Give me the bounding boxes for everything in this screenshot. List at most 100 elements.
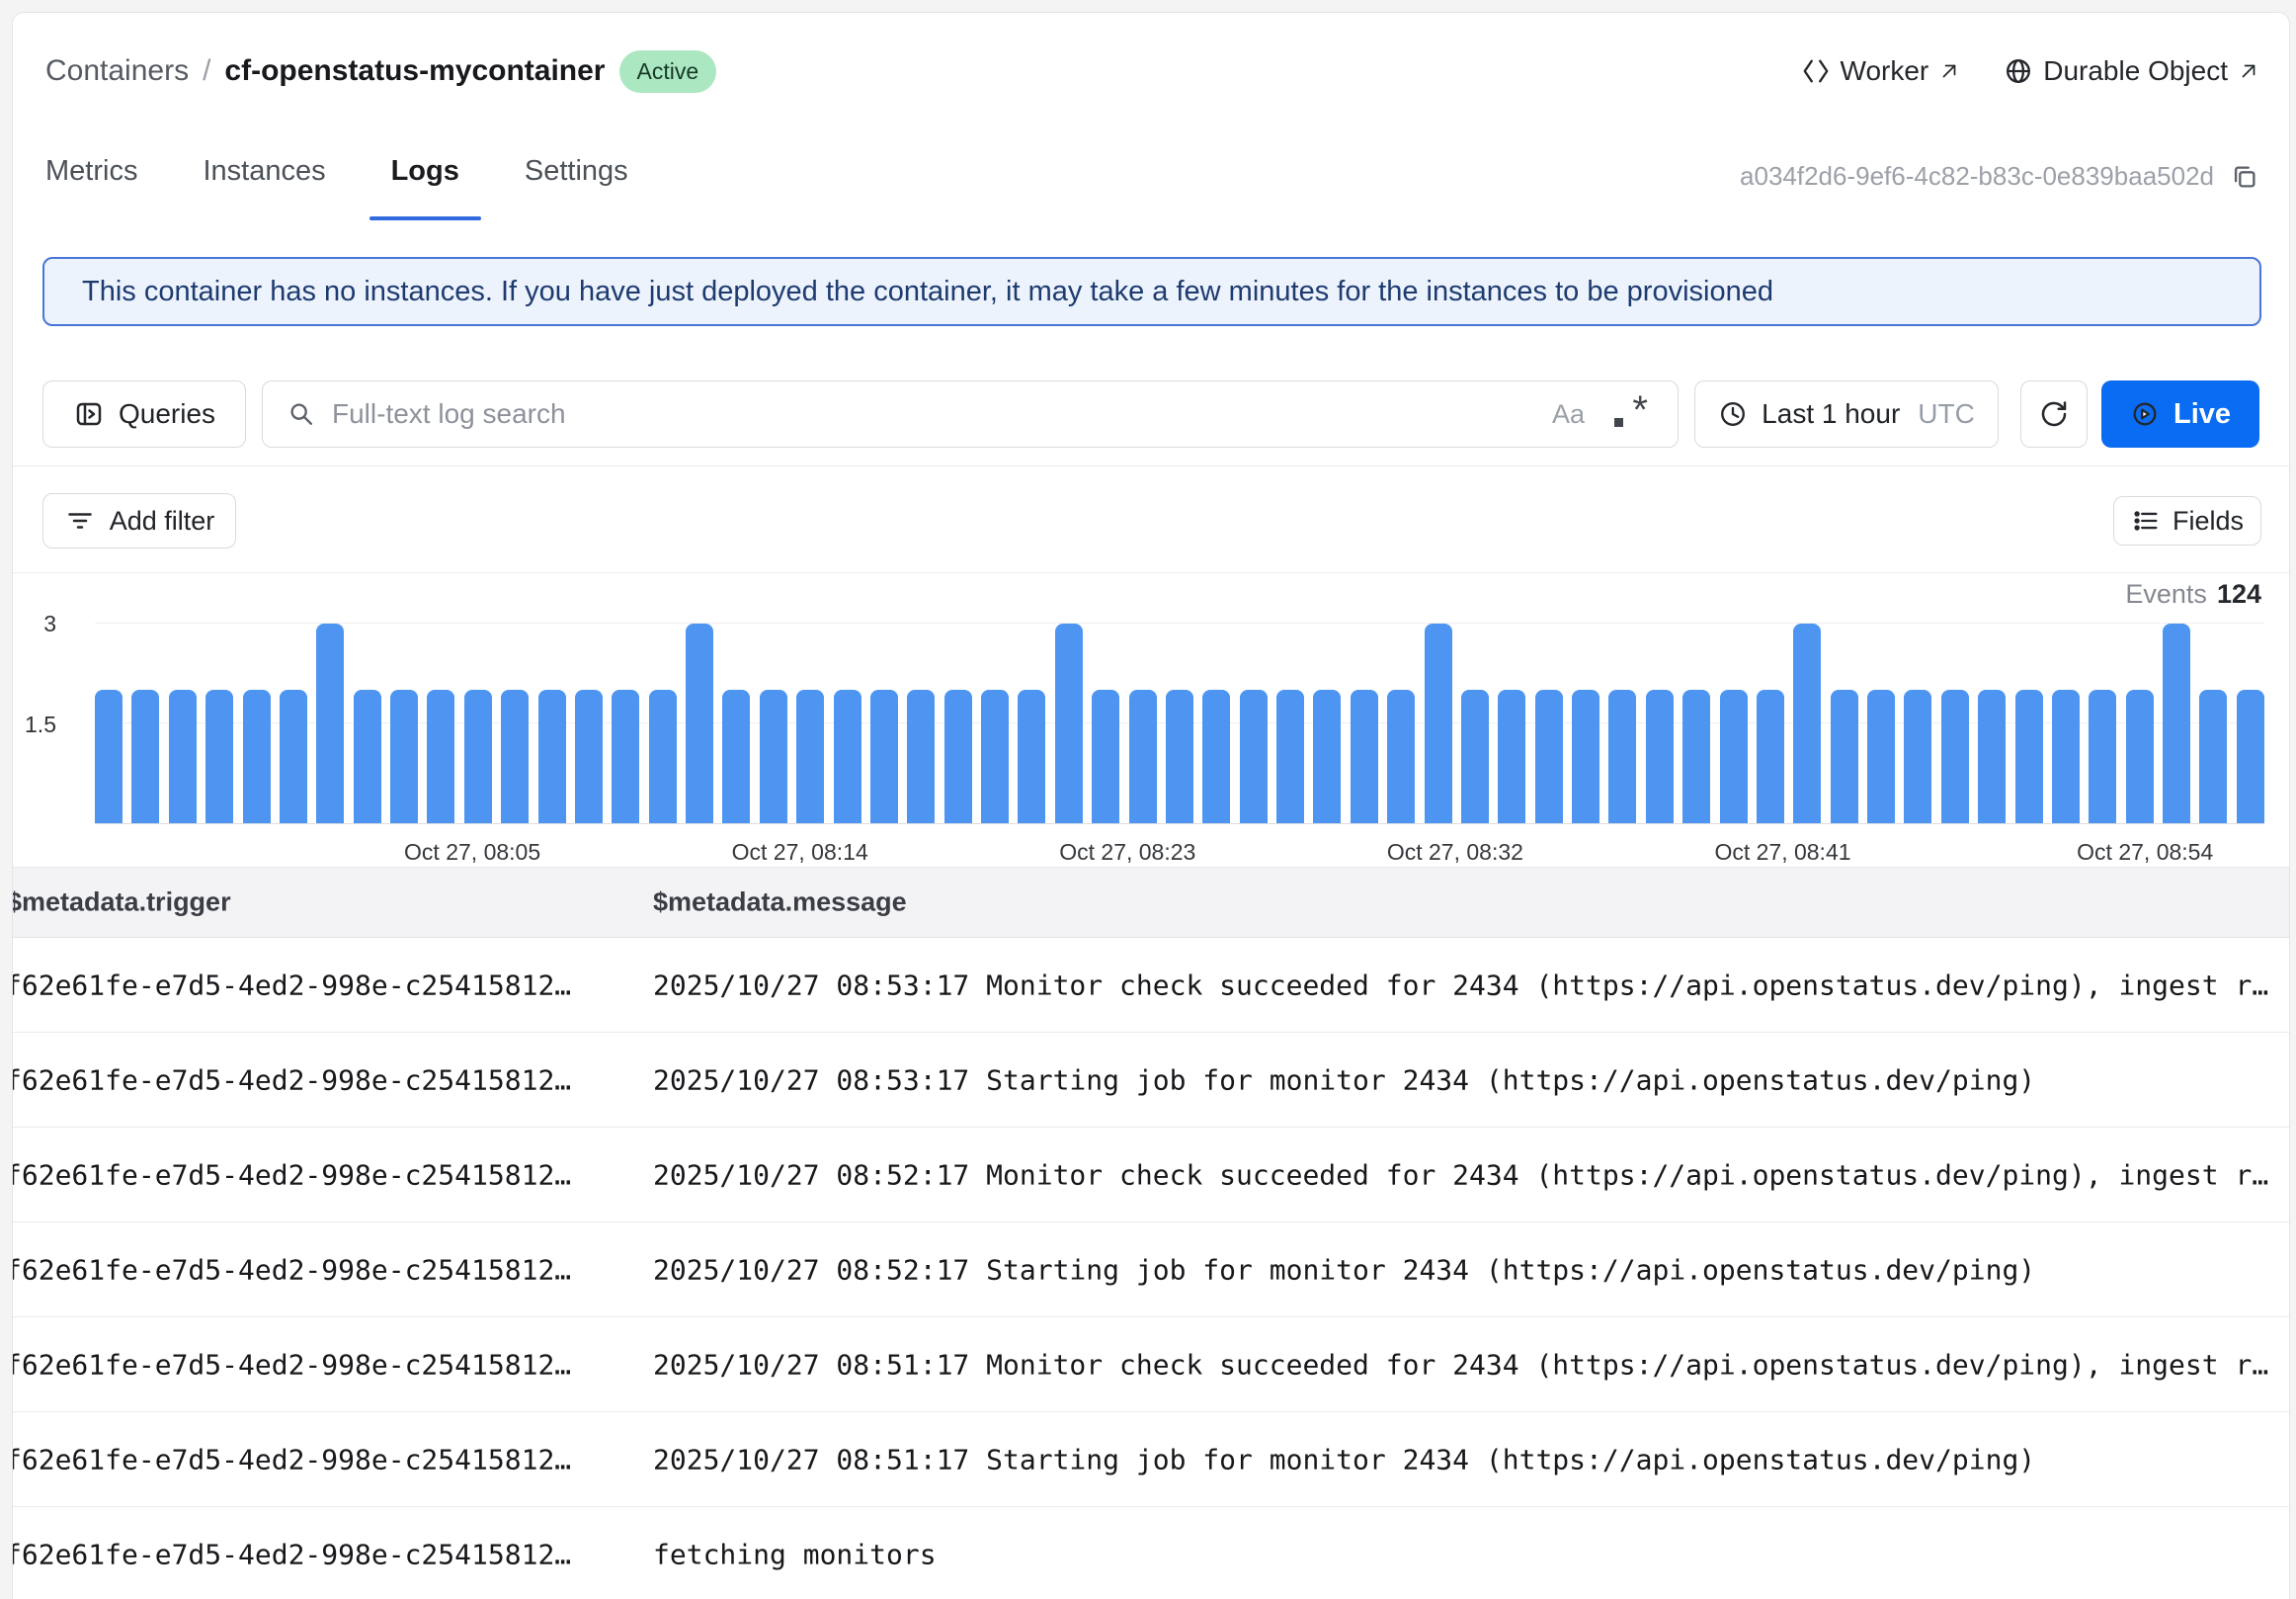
fields-button[interactable]: Fields — [2113, 496, 2261, 546]
histogram-bar[interactable] — [390, 690, 418, 823]
histogram-bar[interactable] — [354, 690, 381, 823]
histogram-bar[interactable] — [722, 690, 750, 823]
histogram-bar[interactable] — [1055, 624, 1083, 823]
tab-metrics[interactable]: Metrics — [24, 151, 159, 191]
case-sensitivity-toggle[interactable]: Aa — [1552, 399, 1585, 430]
histogram-bar[interactable] — [1461, 690, 1489, 823]
histogram-bar[interactable] — [280, 690, 307, 823]
toolbar-divider — [13, 465, 2289, 466]
column-header-trigger[interactable]: $metadata.trigger — [12, 887, 231, 918]
log-row[interactable]: f62e61fe-e7d5-4ed2-998e-c25415812…2025/1… — [13, 1222, 2289, 1317]
histogram-bar[interactable] — [1720, 690, 1748, 823]
column-header-message[interactable]: $metadata.message — [653, 887, 907, 918]
histogram-bar[interactable] — [2089, 690, 2116, 823]
log-message-cell: fetching monitors — [653, 1538, 937, 1570]
log-trigger-cell: f62e61fe-e7d5-4ed2-998e-c25415812… — [12, 1158, 571, 1191]
chart-y-axis: 1.53 — [13, 614, 68, 824]
histogram-bar[interactable] — [907, 690, 935, 823]
histogram-bar[interactable] — [1572, 690, 1599, 823]
tab-settings[interactable]: Settings — [503, 151, 650, 191]
histogram-bar[interactable] — [1646, 690, 1674, 823]
search-input[interactable] — [332, 398, 1536, 430]
histogram-bar[interactable] — [2126, 690, 2154, 823]
histogram-bar[interactable] — [686, 624, 713, 823]
log-row[interactable]: f62e61fe-e7d5-4ed2-998e-c25415812…2025/1… — [13, 938, 2289, 1033]
log-row[interactable]: f62e61fe-e7d5-4ed2-998e-c25415812…2025/1… — [13, 1317, 2289, 1412]
histogram-bar[interactable] — [2163, 624, 2190, 823]
histogram-bar[interactable] — [1757, 690, 1784, 823]
histogram-bar[interactable] — [1793, 624, 1821, 823]
search-options: Aa * — [1552, 394, 1648, 434]
histogram-bar[interactable] — [538, 690, 566, 823]
histogram-bar[interactable] — [1166, 690, 1193, 823]
histogram-bar[interactable] — [2052, 690, 2080, 823]
histogram-bar[interactable] — [316, 624, 344, 823]
active-tab-underline — [369, 216, 481, 220]
histogram-bar[interactable] — [1498, 690, 1525, 823]
histogram-bar[interactable] — [1535, 690, 1563, 823]
histogram-bar[interactable] — [2015, 690, 2043, 823]
histogram-bar[interactable] — [1092, 690, 1119, 823]
histogram-bar[interactable] — [981, 690, 1009, 823]
histogram-bar[interactable] — [1387, 690, 1415, 823]
histogram-bar[interactable] — [1608, 690, 1636, 823]
queries-button[interactable]: Queries — [42, 380, 246, 448]
histogram-bar[interactable] — [1904, 690, 1931, 823]
histogram-bar[interactable] — [2237, 690, 2264, 823]
histogram-bar[interactable] — [1682, 690, 1710, 823]
log-row[interactable]: f62e61fe-e7d5-4ed2-998e-c25415812…2025/1… — [13, 1128, 2289, 1222]
tab-logs[interactable]: Logs — [369, 151, 481, 191]
histogram-bar[interactable] — [834, 690, 861, 823]
histogram-bar[interactable] — [1941, 690, 1969, 823]
breadcrumb-containers-link[interactable]: Containers — [45, 54, 189, 88]
add-filter-button[interactable]: Add filter — [42, 493, 236, 548]
regex-toggle-icon[interactable]: * — [1612, 394, 1648, 434]
histogram-bar[interactable] — [1425, 624, 1452, 823]
log-message-cell: 2025/10/27 08:52:17 Starting job for mon… — [653, 1253, 2035, 1286]
histogram-bar[interactable] — [1129, 690, 1157, 823]
histogram-bar[interactable] — [1978, 690, 2006, 823]
histogram-bar[interactable] — [1867, 690, 1895, 823]
x-axis-tick-label: Oct 27, 08:23 — [1059, 839, 1195, 866]
histogram-bar[interactable] — [1276, 690, 1304, 823]
events-count: Events124 — [2125, 579, 2261, 610]
log-row[interactable]: f62e61fe-e7d5-4ed2-998e-c25415812…2025/1… — [13, 1033, 2289, 1128]
histogram-bar[interactable] — [1202, 690, 1230, 823]
histogram-bar[interactable] — [1831, 690, 1858, 823]
histogram-bar[interactable] — [205, 690, 233, 823]
worker-link[interactable]: Worker — [1801, 55, 1961, 87]
log-message-cell: 2025/10/27 08:53:17 Starting job for mon… — [653, 1063, 2035, 1096]
histogram-bar[interactable] — [575, 690, 603, 823]
refresh-button[interactable] — [2020, 380, 2088, 448]
histogram-bar[interactable] — [796, 690, 824, 823]
log-row[interactable]: f62e61fe-e7d5-4ed2-998e-c25415812…fetchi… — [13, 1507, 2289, 1599]
histogram-bar[interactable] — [944, 690, 972, 823]
x-axis-tick-label: Oct 27, 08:14 — [732, 839, 868, 866]
tab-instances[interactable]: Instances — [181, 151, 347, 191]
histogram-bar[interactable] — [1313, 690, 1341, 823]
histogram-bar[interactable] — [612, 690, 639, 823]
histogram-bar[interactable] — [1240, 690, 1268, 823]
copy-icon[interactable] — [2230, 162, 2259, 192]
histogram-bar[interactable] — [2199, 690, 2227, 823]
histogram-bar[interactable] — [243, 690, 271, 823]
events-count-value: 124 — [2217, 579, 2261, 609]
histogram-bar[interactable] — [464, 690, 492, 823]
histogram-bar[interactable] — [1351, 690, 1378, 823]
histogram-bar[interactable] — [501, 690, 529, 823]
durable-object-link[interactable]: Durable Object — [2004, 55, 2259, 87]
add-filter-label: Add filter — [110, 506, 215, 537]
histogram-bar[interactable] — [169, 690, 197, 823]
page-title: cf-openstatus-mycontainer — [224, 54, 605, 88]
histogram-bar[interactable] — [427, 690, 454, 823]
histogram-bar[interactable] — [1018, 690, 1045, 823]
histogram-bar[interactable] — [760, 690, 787, 823]
histogram-bar[interactable] — [649, 690, 677, 823]
log-row[interactable]: f62e61fe-e7d5-4ed2-998e-c25415812…2025/1… — [13, 1412, 2289, 1507]
live-button[interactable]: Live — [2101, 380, 2259, 448]
time-range-button[interactable]: Last 1 hour UTC — [1694, 380, 1999, 448]
histogram-bar[interactable] — [131, 690, 159, 823]
histogram-bar[interactable] — [870, 690, 898, 823]
histogram-bar[interactable] — [95, 690, 123, 823]
x-axis-tick-label: Oct 27, 08:54 — [2077, 839, 2213, 866]
